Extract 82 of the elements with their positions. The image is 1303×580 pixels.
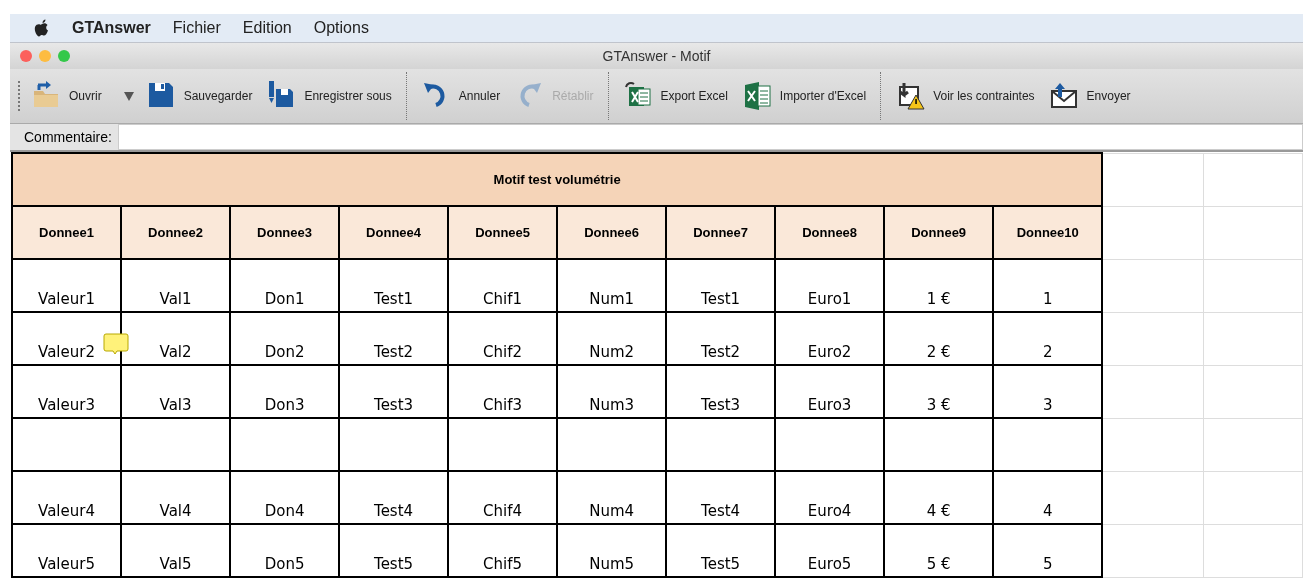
table-cell-text: Num4 [589, 502, 635, 522]
table-cell-text: 3 [1042, 396, 1053, 416]
column-header: Donnee7 [666, 206, 776, 259]
table-cell-text: Chif4 [483, 502, 523, 522]
column-header: Donnee2 [121, 206, 231, 259]
table-cell-text: Num3 [589, 396, 635, 416]
menu-item[interactable]: Fichier [172, 19, 221, 37]
table-cell-text: Val5 [159, 555, 192, 575]
table-cell-text: Val1 [159, 290, 192, 310]
toolbar-button[interactable]: Voir les contraintes [893, 79, 1037, 113]
table-cell-text: Euro5 [807, 555, 852, 575]
table-cell-text: Test1 [701, 290, 741, 310]
table-cell-text: Test3 [701, 396, 741, 416]
toolbar-button[interactable]: Ouvrir [29, 79, 104, 113]
table-cell-text: Don3 [264, 396, 305, 416]
app-menu[interactable]: GTAnswer [72, 19, 151, 37]
table-cell-text: Test5 [701, 555, 741, 575]
menu-item[interactable]: Options [313, 19, 369, 37]
table-cell-text: 1 [1042, 290, 1053, 310]
window-title: GTAnswer - Motif [602, 48, 711, 64]
comment-label: Commentaire: [23, 129, 113, 145]
table-cell-text: Don5 [264, 555, 305, 575]
table-cell-text: Euro1 [807, 290, 852, 310]
table-cell-text: Valeur1 [38, 290, 95, 310]
dropdown-caret-icon[interactable] [123, 91, 134, 101]
table-cell-text: Don2 [264, 343, 305, 363]
comment-note-icon[interactable] [103, 333, 130, 355]
column-header: Donnee10 [993, 206, 1103, 259]
table-cell-text: Val3 [159, 396, 192, 416]
toolbar-button[interactable]: Sauvegarder [143, 79, 255, 113]
table-cell-text: Don1 [264, 290, 305, 310]
table-cell-text: Test5 [374, 555, 414, 575]
table-cell-text: Chif2 [483, 343, 523, 363]
table-cell-text: Test2 [374, 343, 414, 363]
column-header: Donnee4 [339, 206, 449, 259]
table-cell-text: Test4 [374, 502, 414, 522]
table-cell-text: Num2 [589, 343, 635, 363]
toolbar-button[interactable]: Enregistrer sous [264, 79, 394, 113]
table-cell-text: 5 € [926, 555, 951, 575]
column-header: Donnee1 [12, 206, 122, 259]
toolbar-button[interactable]: Importer d'Excel [739, 79, 869, 113]
table-cell-text: 2 [1042, 343, 1053, 363]
table-cell-text: Val2 [159, 343, 192, 363]
table-cell-text: Euro3 [807, 396, 852, 416]
table-cell-text: Euro2 [807, 343, 852, 363]
column-header: Donnee8 [775, 206, 885, 259]
table-cell-text: Valeur2 [38, 343, 95, 363]
table-cell-text: 4 € [926, 502, 951, 522]
table-cell-text: 1 € [926, 290, 951, 310]
table-cell-text: Euro4 [807, 502, 852, 522]
table-cell-text: Chif3 [483, 396, 523, 416]
table-cell-text: Chif5 [483, 555, 523, 575]
menu-item[interactable]: Edition [242, 19, 292, 37]
table-cell-text: Test4 [701, 502, 741, 522]
table-cell-text: 2 € [926, 343, 951, 363]
close-button[interactable] [20, 50, 32, 62]
column-header: Donnee3 [230, 206, 340, 259]
column-header: Donnee6 [557, 206, 667, 259]
table-cell-text: Test3 [374, 396, 414, 416]
table-title: Motif test volumétrie [12, 153, 1103, 206]
toolbar-button[interactable]: Envoyer [1046, 79, 1133, 113]
table-cell-text: Num5 [589, 555, 635, 575]
table-cell-text: Num1 [589, 290, 635, 310]
table-cell-text: Valeur4 [38, 502, 95, 522]
table-cell-text: Valeur5 [38, 555, 95, 575]
zoom-button[interactable] [58, 50, 70, 62]
table-cell-text: 5 [1042, 555, 1053, 575]
table-cell-text: Val4 [159, 502, 192, 522]
apple-logo-icon[interactable] [34, 19, 50, 37]
table-cell-text: 3 € [926, 396, 951, 416]
comment-field[interactable] [117, 124, 1303, 150]
table-cell-text: Don4 [264, 502, 305, 522]
table-cell-text: 4 [1042, 502, 1053, 522]
column-header: Donnee5 [448, 206, 558, 259]
table-cell-text: Chif1 [483, 290, 523, 310]
minimize-button[interactable] [39, 50, 51, 62]
toolbar-button[interactable]: Annuler [418, 79, 503, 113]
table-cell-text: Test2 [701, 343, 741, 363]
table-cell-text: Test1 [374, 290, 414, 310]
toolbar-button[interactable]: Export Excel [620, 79, 730, 113]
column-header: Donnee9 [884, 206, 994, 259]
table-cell-text: Valeur3 [38, 396, 95, 416]
